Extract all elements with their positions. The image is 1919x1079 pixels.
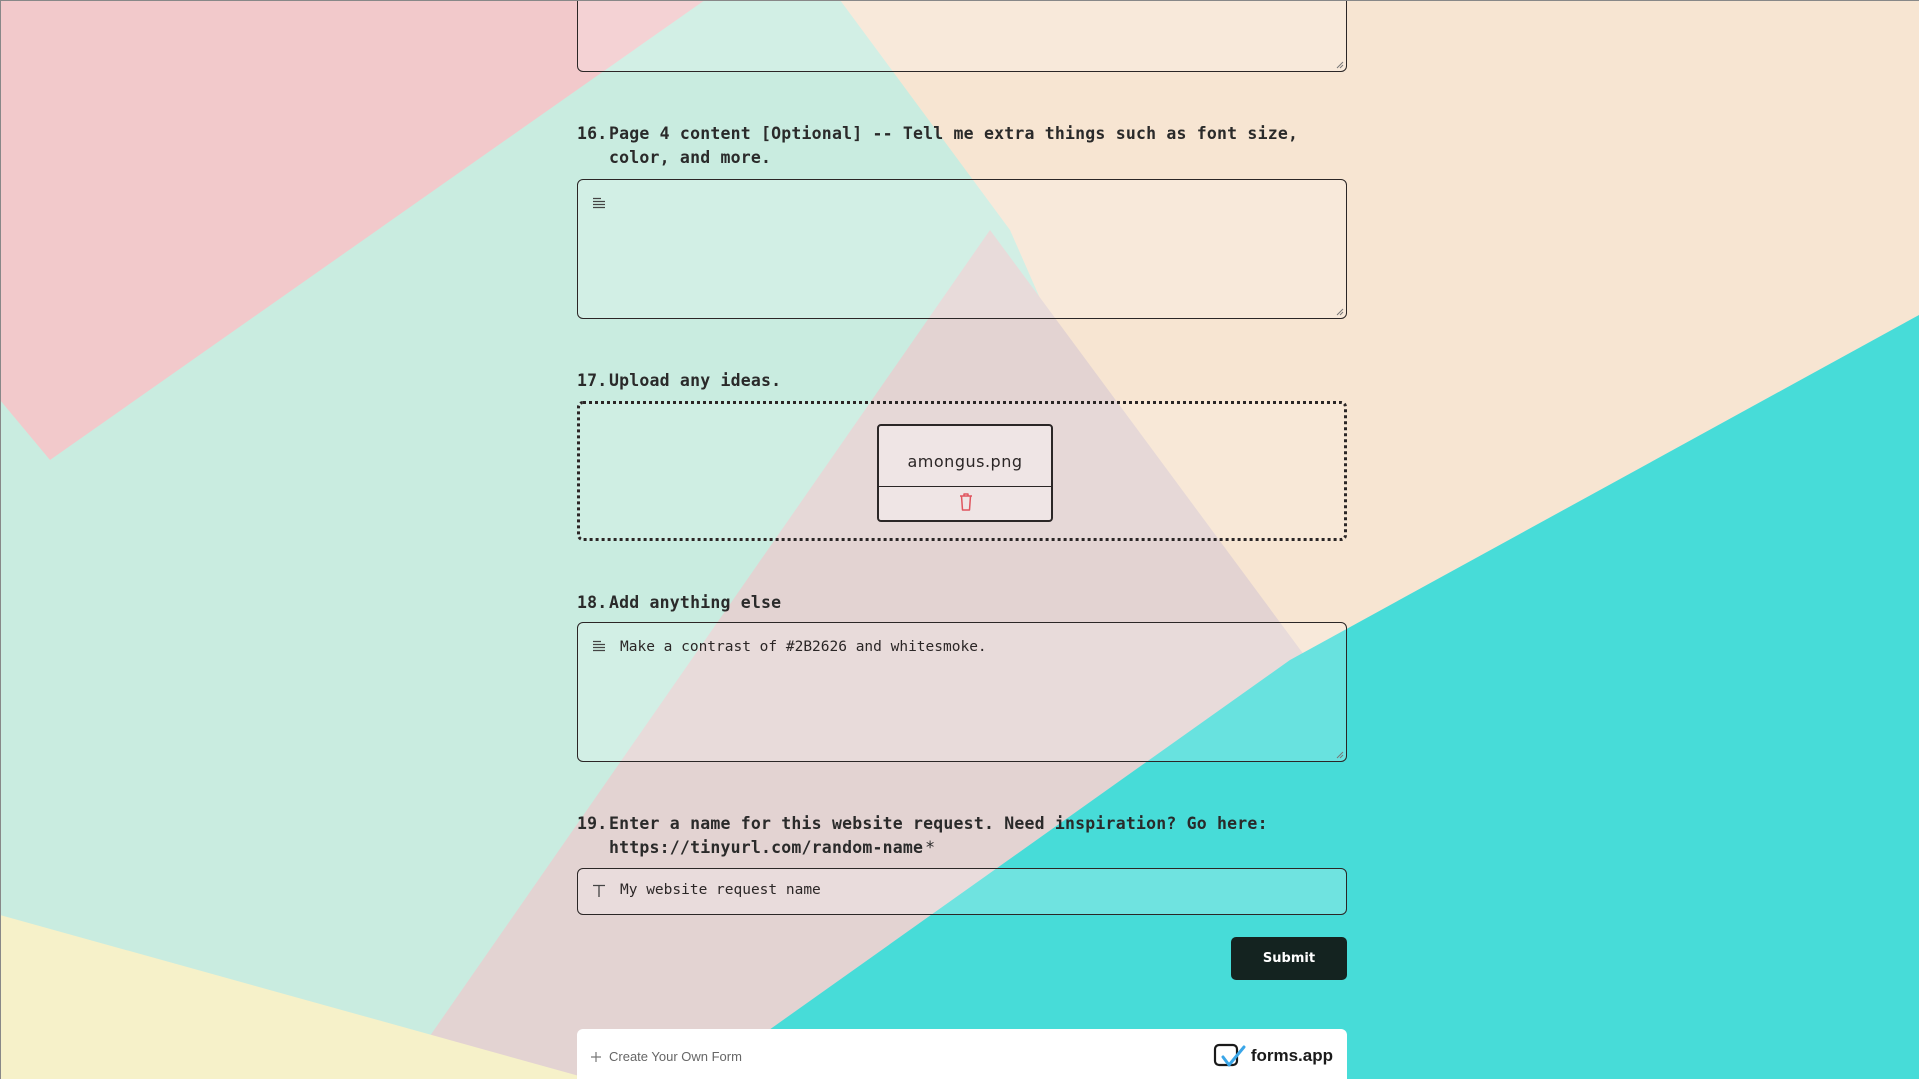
website-name-value: My website request name	[620, 882, 821, 898]
question-text-content: Enter a name for this website request. N…	[609, 814, 1268, 857]
question-18-label: 18. Add anything else	[577, 591, 1347, 615]
question-17-label: 17. Upload any ideas.	[577, 369, 1347, 393]
required-mark: *	[925, 838, 936, 857]
question-number: 17.	[577, 371, 608, 390]
page4-content-textarea[interactable]	[577, 179, 1347, 319]
file-card-divider	[879, 486, 1051, 487]
forms-app-logo	[1213, 1043, 1246, 1067]
trash-icon[interactable]	[958, 492, 974, 512]
question-text: Upload any ideas.	[609, 371, 782, 390]
resize-grip-icon[interactable]	[1336, 61, 1344, 69]
resize-grip-icon[interactable]	[1336, 308, 1344, 316]
question-text: Add anything else	[609, 593, 782, 612]
brand-name: forms.app	[1250, 1046, 1333, 1065]
previous-textarea[interactable]	[577, 0, 1347, 72]
plus-icon	[591, 1051, 601, 1062]
question-text: Enter a name for this website request. N…	[609, 812, 1277, 860]
anything-else-value: Make a contrast of #2B2626 and whitesmok…	[620, 639, 987, 655]
forms-app-footer: Create Your Own Form forms.app	[577, 1029, 1347, 1079]
uploaded-file-name: amongus.png	[907, 452, 1023, 471]
question-text: Page 4 content [Optional] -- Tell me ext…	[609, 124, 1299, 167]
question-number: 16.	[577, 124, 608, 143]
submit-button[interactable]: Submit	[1231, 937, 1347, 980]
question-16-label: 16. Page 4 content [Optional] -- Tell me…	[577, 122, 1347, 170]
anything-else-textarea[interactable]: Make a contrast of #2B2626 and whitesmok…	[577, 622, 1347, 762]
lines-icon	[593, 197, 605, 209]
website-name-input[interactable]: My website request name	[577, 868, 1347, 915]
question-19-label: 19. Enter a name for this website reques…	[577, 812, 1277, 860]
brand-link[interactable]: forms.app	[1213, 1041, 1333, 1071]
question-number: 18.	[577, 593, 608, 612]
uploaded-file-card: amongus.png	[877, 424, 1053, 522]
question-number: 19.	[577, 814, 608, 833]
lines-icon	[593, 640, 605, 652]
create-own-form-link[interactable]: Create Your Own Form	[591, 1049, 742, 1064]
file-upload-dropzone[interactable]: amongus.png	[577, 401, 1347, 541]
resize-grip-icon[interactable]	[1336, 751, 1344, 759]
create-own-form-label: Create Your Own Form	[609, 1049, 742, 1064]
text-icon	[593, 884, 605, 897]
